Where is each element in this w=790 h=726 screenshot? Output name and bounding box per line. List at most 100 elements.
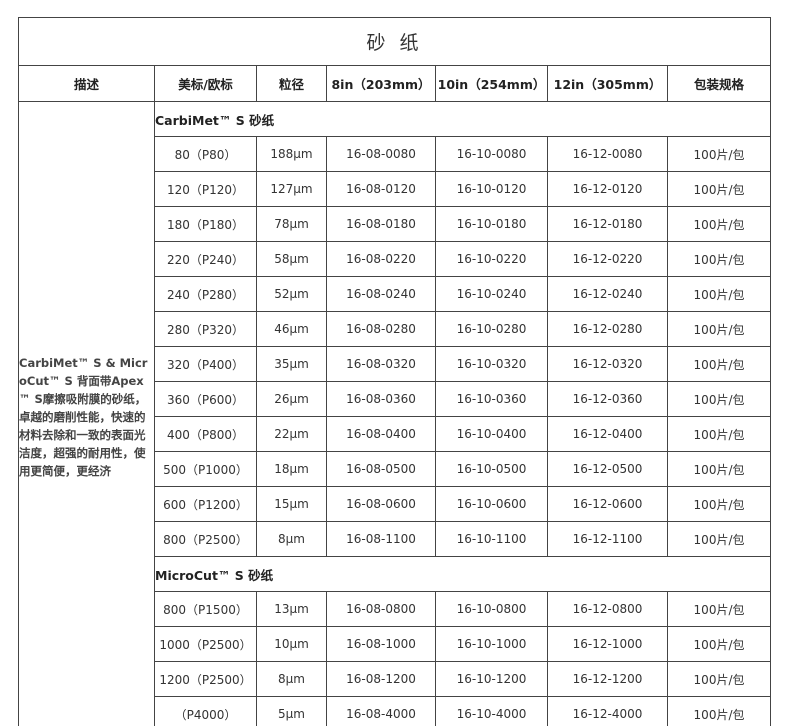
column-header: 10in（254mm） <box>435 65 548 102</box>
table-cell: 8μm <box>256 661 327 697</box>
table-cell: 16-12-0500 <box>547 451 668 487</box>
table-cell: 16-08-1000 <box>326 626 436 662</box>
table-cell: 5μm <box>256 696 327 726</box>
table-cell: 16-12-0080 <box>547 136 668 172</box>
table-cell: 16-08-0180 <box>326 206 436 242</box>
table-cell: 16-12-0120 <box>547 171 668 207</box>
table-cell: 100片/包 <box>666 521 772 557</box>
table-cell: 16-08-0240 <box>326 276 436 312</box>
table-cell: 16-10-0220 <box>435 241 548 277</box>
table-cell: 52μm <box>256 276 327 312</box>
column-header: 包装规格 <box>666 65 772 102</box>
table-cell: 16-08-0500 <box>326 451 436 487</box>
table-cell: 100片/包 <box>666 381 772 417</box>
table-cell: 400（P800） <box>154 416 257 452</box>
table-cell: 22μm <box>256 416 327 452</box>
table-cell: 16-12-0360 <box>547 381 668 417</box>
table-cell: 16-08-1200 <box>326 661 436 697</box>
table-cell: 16-10-0120 <box>435 171 548 207</box>
table-cell: 16-10-1200 <box>435 661 548 697</box>
table-cell: 100片/包 <box>666 241 772 277</box>
table-cell: 13μm <box>256 591 327 627</box>
table-cell: 16-12-1100 <box>547 521 668 557</box>
table-cell: 58μm <box>256 241 327 277</box>
table-cell: 16-12-0800 <box>547 591 668 627</box>
table-cell: 16-08-0220 <box>326 241 436 277</box>
table-cell: 100片/包 <box>666 626 772 662</box>
table-cell: 18μm <box>256 451 327 487</box>
table-cell: 16-10-0800 <box>435 591 548 627</box>
table-cell: 100片/包 <box>666 451 772 487</box>
table-cell: 16-08-0800 <box>326 591 436 627</box>
page: 砂 纸 描述 美标/欧标 粒径 8in（203mm） 10in（254mm） 12in（3… <box>0 0 790 726</box>
product-description: CarbiMet™ S & MicroCut™ S 背面带Apex™ S摩擦吸附… <box>18 101 155 726</box>
section-title: CarbiMet™ S 砂纸 <box>153 101 772 137</box>
table-cell: 500（P1000） <box>154 451 257 487</box>
table-cell: 100片/包 <box>666 136 772 172</box>
table-header-row: 描述 美标/欧标 粒径 8in（203mm） 10in（254mm） 12in（305mm… <box>18 65 772 102</box>
table-cell: 100片/包 <box>666 486 772 522</box>
table-cell: 360（P600） <box>154 381 257 417</box>
table-cell: 16-10-0600 <box>435 486 548 522</box>
column-header: 美标/欧标 <box>154 65 257 102</box>
column-header: 粒径 <box>256 65 327 102</box>
table-cell: （P4000） <box>154 696 257 726</box>
table-cell: 16-12-0600 <box>547 486 668 522</box>
table-cell: 800（P1500） <box>154 591 257 627</box>
table-cell: 78μm <box>256 206 327 242</box>
table-cell: 100片/包 <box>666 696 772 726</box>
table-cell: 10μm <box>256 626 327 662</box>
table-cell: 16-12-0400 <box>547 416 668 452</box>
table-cell: 240（P280） <box>154 276 257 312</box>
table-cell: 16-10-0180 <box>435 206 548 242</box>
table-cell: 15μm <box>256 486 327 522</box>
table-cell: 800（P2500） <box>154 521 257 557</box>
table-cell: 16-08-0600 <box>326 486 436 522</box>
column-header: 12in（305mm） <box>547 65 668 102</box>
table-title-row: 砂 纸 <box>17 17 772 66</box>
table-cell: 100片/包 <box>666 276 772 312</box>
table-cell: 16-10-0080 <box>435 136 548 172</box>
table-cell: 120（P120） <box>154 171 257 207</box>
table-cell: 8μm <box>256 521 327 557</box>
table-cell: 16-08-0280 <box>326 311 436 347</box>
table-cell: 188μm <box>256 136 327 172</box>
table-cell: 600（P1200） <box>154 486 257 522</box>
table-cell: 16-10-0320 <box>435 346 548 382</box>
table-cell: 16-10-4000 <box>435 696 548 726</box>
table-cell: 100片/包 <box>666 591 772 627</box>
table-cell: 16-12-0280 <box>547 311 668 347</box>
table-cell: 1200（P2500） <box>154 661 257 697</box>
table-cell: 100片/包 <box>666 311 772 347</box>
sandpaper-spec-table: 砂 纸 描述 美标/欧标 粒径 8in（203mm） 10in（254mm） 12in（3… <box>17 17 772 726</box>
table-cell: 16-12-0180 <box>547 206 668 242</box>
table-cell: 16-10-1000 <box>435 626 548 662</box>
table-cell: 16-12-1000 <box>547 626 668 662</box>
table-cell: 16-08-0080 <box>326 136 436 172</box>
table-cell: 16-10-0240 <box>435 276 548 312</box>
table-cell: 100片/包 <box>666 171 772 207</box>
table-cell: 16-12-0220 <box>547 241 668 277</box>
table-cell: 46μm <box>256 311 327 347</box>
table-cell: 16-10-1100 <box>435 521 548 557</box>
table-cell: 35μm <box>256 346 327 382</box>
table-cell: 1000（P2500） <box>154 626 257 662</box>
table-cell: 16-08-1100 <box>326 521 436 557</box>
table-cell: 16-08-0400 <box>326 416 436 452</box>
table-cell: 16-10-0500 <box>435 451 548 487</box>
table-cell: 127μm <box>256 171 327 207</box>
table-cell: 16-08-0320 <box>326 346 436 382</box>
table-cell: 100片/包 <box>666 346 772 382</box>
table-cell: 320（P400） <box>154 346 257 382</box>
table-cell: 16-08-0360 <box>326 381 436 417</box>
table-cell: 100片/包 <box>666 661 772 697</box>
table-cell: 16-12-0320 <box>547 346 668 382</box>
table-cell: 16-12-0240 <box>547 276 668 312</box>
table-cell: 100片/包 <box>666 206 772 242</box>
table-cell: 16-10-0280 <box>435 311 548 347</box>
table-cell: 100片/包 <box>666 416 772 452</box>
table-cell: 16-10-0400 <box>435 416 548 452</box>
table-cell: 80（P80） <box>154 136 257 172</box>
table-cell: 280（P320） <box>154 311 257 347</box>
table-cell: 26μm <box>256 381 327 417</box>
